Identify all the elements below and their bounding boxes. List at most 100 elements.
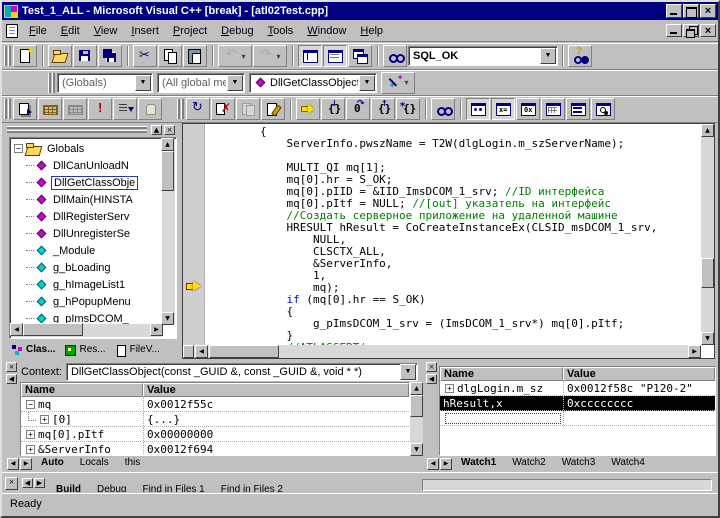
pane-close-icon[interactable]: ×	[164, 125, 175, 135]
scrollbar-thumb[interactable]	[701, 258, 714, 288]
scroll-up-icon[interactable]: ▲	[161, 138, 174, 151]
tree-item[interactable]: −Globals	[12, 140, 161, 157]
menu-item-tools[interactable]: Tools	[261, 23, 301, 39]
expand-icon[interactable]: −	[26, 400, 35, 409]
go-button[interactable]	[113, 98, 137, 120]
tab-findinfiles2[interactable]: Find in Files 2	[213, 478, 291, 492]
class-combo[interactable]: (Globals) ▼	[57, 73, 153, 93]
scrollbar-thumb[interactable]	[23, 323, 83, 336]
title-bar[interactable]: Test_1_ALL - Microsoft Visual C++ [break…	[2, 2, 718, 20]
tree-item[interactable]: DllGetClassObje	[12, 174, 161, 191]
run-to-cursor-button[interactable]	[396, 98, 420, 120]
tree-horizontal-scrollbar[interactable]: ◀ ▶	[11, 324, 162, 337]
grid-row[interactable]: +dlgLogin.m_sz0x0012f58c "P120-2"	[440, 381, 715, 396]
open-folder-button[interactable]	[48, 45, 72, 67]
toolbar-grip[interactable]	[48, 73, 55, 93]
grid-row[interactable]: hResult,x0xcccccccc	[440, 396, 715, 411]
tree-vertical-scrollbar[interactable]: ▲ ▼	[162, 139, 175, 324]
menu-item-file[interactable]: File	[22, 23, 54, 39]
find-button[interactable]	[383, 45, 407, 67]
tab-locals[interactable]: Locals	[72, 456, 117, 470]
tab-this[interactable]: this	[117, 456, 149, 470]
pane-collapse-icon[interactable]: ◀	[426, 374, 437, 384]
toolbar-grip[interactable]	[4, 46, 11, 66]
grid-row[interactable]: +&ServerInfo0x0012f694	[21, 442, 409, 456]
tab-scroll-right-icon[interactable]: ▶	[440, 458, 452, 470]
grid-row[interactable]: +[0]{...}	[21, 412, 409, 427]
toolbar-grip[interactable]	[177, 99, 184, 119]
tree-item[interactable]: DllCanUnloadN	[12, 157, 161, 174]
tree-item[interactable]: g_hImageList1	[12, 276, 161, 293]
step-out-button[interactable]	[371, 98, 395, 120]
window-list-button[interactable]	[348, 45, 372, 67]
menu-item-debug[interactable]: Debug	[214, 23, 260, 39]
tree-item[interactable]: DllUnregisterSe	[12, 225, 161, 242]
scroll-right-icon[interactable]: ▶	[150, 323, 163, 336]
find-in-files-button[interactable]	[568, 45, 592, 67]
editor-vertical-scrollbar[interactable]: ▲ ▼	[701, 124, 714, 345]
editor-horizontal-scrollbar[interactable]: ◀ ▶	[183, 345, 701, 358]
chevron-down-icon[interactable]: ▼	[227, 75, 243, 91]
step-into-button[interactable]	[321, 98, 345, 120]
expand-icon[interactable]: +	[26, 430, 35, 439]
workspace-window-button[interactable]	[298, 45, 322, 67]
call-stack-window-button[interactable]	[566, 98, 590, 120]
tab-scroll-left-icon[interactable]: ◀	[7, 458, 19, 470]
context-combo[interactable]: DllGetClassObject(const _GUID &, const _…	[66, 363, 418, 381]
find-combo[interactable]: SQL_OK▼	[408, 46, 558, 66]
grid-row[interactable]: +mq[0].pItf0x00000000	[21, 427, 409, 442]
compile-button[interactable]	[13, 98, 37, 120]
pane-close-icon[interactable]: ×	[5, 477, 18, 490]
scroll-right-icon[interactable]: ▶	[688, 345, 701, 358]
menu-item-help[interactable]: Help	[353, 23, 390, 39]
members-combo[interactable]: (All global members) ▼	[157, 73, 245, 93]
mdi-minimize-button[interactable]	[666, 24, 682, 37]
column-header-value[interactable]: Value	[143, 383, 409, 397]
scrollbar-thumb[interactable]	[209, 345, 279, 358]
apply-code-changes-button[interactable]	[261, 98, 285, 120]
tab-watch1[interactable]: Watch1	[453, 456, 504, 470]
tab-findinfiles1[interactable]: Find in Files 1	[134, 478, 212, 492]
tree-item[interactable]: g_hPopupMenu	[12, 293, 161, 310]
minimize-button[interactable]	[666, 4, 682, 18]
output-scrollbar-track[interactable]	[422, 479, 712, 491]
menu-item-insert[interactable]: Insert	[124, 23, 166, 39]
pane-collapse-icon[interactable]: ◀	[6, 374, 17, 384]
registers-window-button[interactable]	[516, 98, 540, 120]
editor-selection-margin[interactable]	[183, 124, 205, 345]
tree-item[interactable]: g_bLoading	[12, 259, 161, 276]
tab-scroll-right-icon[interactable]: ▶	[34, 478, 45, 488]
pane-close-icon[interactable]: ×	[426, 362, 437, 372]
tab-debug[interactable]: Debug	[89, 478, 134, 492]
menu-item-edit[interactable]: Edit	[54, 23, 87, 39]
grid-row[interactable]	[440, 411, 715, 426]
column-header-value[interactable]: Value	[563, 367, 715, 381]
tab-watch2[interactable]: Watch2	[504, 456, 554, 470]
tab-scroll-left-icon[interactable]: ◀	[22, 478, 33, 488]
dropdown-arrow-icon[interactable]: ▾	[276, 52, 280, 61]
tab-filev[interactable]: FileV...	[111, 341, 165, 358]
document-icon[interactable]	[6, 24, 18, 38]
pane-expand-icon[interactable]: ▲	[151, 125, 162, 135]
expand-icon[interactable]: +	[40, 415, 49, 424]
disassembly-window-button[interactable]	[591, 98, 615, 120]
tree-item[interactable]: g_pImsDCOM_	[12, 310, 161, 324]
scroll-up-icon[interactable]: ▲	[701, 124, 714, 137]
undo-button[interactable]: ▾	[218, 45, 252, 67]
tree-item[interactable]: DllMain(HINSTA	[12, 191, 161, 208]
chevron-down-icon[interactable]: ▼	[359, 75, 375, 91]
scroll-left-icon[interactable]: ◀	[10, 323, 23, 336]
variables-vertical-scrollbar[interactable]: ▲ ▼	[410, 382, 423, 456]
grid-row[interactable]: −mq0x0012f55c	[21, 397, 409, 412]
cut-button[interactable]	[133, 45, 157, 67]
tree-item[interactable]: _Module	[12, 242, 161, 259]
stop-build-button[interactable]	[63, 98, 87, 120]
paste-button[interactable]	[183, 45, 207, 67]
build-button[interactable]	[38, 98, 62, 120]
watch-window-button[interactable]	[466, 98, 490, 120]
variables-grid[interactable]: NameValue−mq0x0012f55c+[0]{...}+mq[0].pI…	[20, 382, 410, 456]
mdi-close-button[interactable]	[700, 24, 716, 37]
menu-item-window[interactable]: Window	[300, 23, 353, 39]
redo-button[interactable]: ▾	[253, 45, 287, 67]
scroll-down-icon[interactable]: ▼	[701, 332, 714, 345]
